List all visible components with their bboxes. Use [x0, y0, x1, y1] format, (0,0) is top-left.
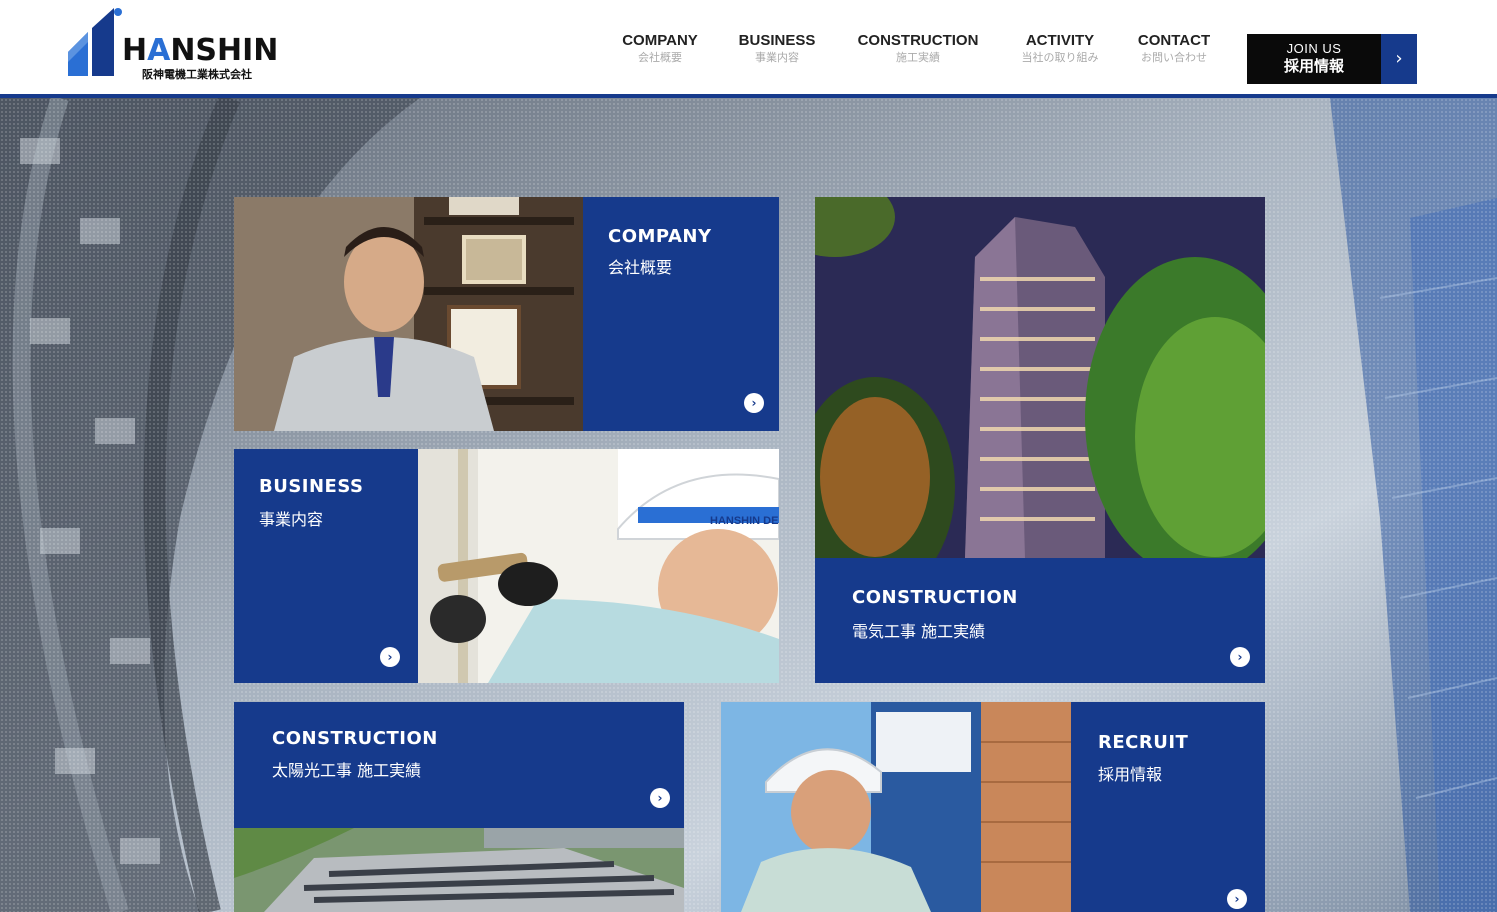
arrow-right-icon: ›	[1230, 647, 1250, 667]
card-title: COMPANY	[608, 226, 712, 247]
card-subtitle: 電気工事 施工実績	[852, 622, 986, 641]
arrow-right-icon: ›	[380, 647, 400, 667]
site-logo[interactable]: HANSHIN 阪神電機工業株式会社	[66, 8, 279, 81]
card-title: BUSINESS	[259, 476, 364, 497]
business-card[interactable]: BUSINESS 事業内容 ›	[234, 449, 418, 683]
nav-item-business[interactable]: BUSINESS 事業内容	[735, 32, 819, 66]
join-us-button[interactable]: JOIN US 採用情報 ›	[1247, 34, 1417, 84]
company-photo-image	[234, 197, 583, 431]
nav-sublabel: 会社概要	[638, 51, 682, 64]
chevron-right-icon: ›	[1381, 34, 1417, 84]
helmet-text: HANSHIN DE	[710, 515, 778, 527]
arrow-right-icon: ›	[1227, 889, 1247, 909]
card-subtitle: 会社概要	[608, 258, 673, 277]
arrow-right-icon: ›	[650, 788, 670, 808]
nav-label: BUSINESS	[738, 32, 816, 49]
nav-item-activity[interactable]: ACTIVITY 当社の取り組み	[1016, 32, 1104, 66]
card-subtitle: 太陽光工事 施工実績	[272, 761, 422, 780]
tower-night-photo[interactable]	[815, 197, 1265, 558]
logo-mark-icon	[68, 8, 122, 76]
tower-photo-image	[815, 197, 1265, 558]
business-worker-photo[interactable]: HANSHIN DE	[418, 449, 779, 683]
card-subtitle: 事業内容	[259, 510, 324, 529]
join-label-en: JOIN US	[1286, 41, 1342, 56]
nav-label: CONTACT	[1137, 32, 1211, 49]
company-card[interactable]: COMPANY 会社概要 ›	[583, 197, 779, 431]
logo-subtitle: 阪神電機工業株式会社	[142, 68, 252, 81]
nav-sublabel: 施工実績	[896, 51, 940, 64]
business-photo-image: HANSHIN DE	[418, 449, 779, 683]
construction-electrical-card[interactable]: CONSTRUCTION 電気工事 施工実績 ›	[815, 558, 1265, 683]
nav-sublabel: 事業内容	[755, 51, 799, 64]
card-title: CONSTRUCTION	[852, 587, 1018, 608]
nav-sublabel: 当社の取り組み	[1021, 51, 1099, 64]
nav-label: ACTIVITY	[1025, 32, 1095, 49]
card-title: CONSTRUCTION	[272, 728, 438, 749]
join-label-jp: 採用情報	[1283, 57, 1344, 75]
company-staff-photo[interactable]	[234, 197, 583, 431]
solar-photo-image	[234, 828, 684, 912]
nav-item-contact[interactable]: CONTACT お問い合わせ	[1135, 32, 1213, 66]
join-text: JOIN US 採用情報	[1247, 41, 1381, 76]
recruit-photo-image	[721, 702, 1071, 912]
site-header: HANSHIN 阪神電機工業株式会社 COMPANY 会社概要 BUSINESS…	[0, 0, 1497, 94]
recruit-worker-photo[interactable]	[721, 702, 1071, 912]
arrow-right-icon: ›	[744, 393, 764, 413]
nav-sublabel: お問い合わせ	[1141, 51, 1207, 64]
logo-wordmark: HANSHIN	[122, 33, 279, 68]
recruit-card[interactable]: RECRUIT 採用情報 ›	[1071, 702, 1265, 912]
solar-roof-photo[interactable]	[234, 828, 684, 912]
card-title: RECRUIT	[1098, 732, 1189, 753]
nav-label: COMPANY	[622, 32, 698, 49]
card-subtitle: 採用情報	[1098, 765, 1163, 784]
nav-item-construction[interactable]: CONSTRUCTION 施工実績	[853, 32, 983, 66]
nav-item-company[interactable]: COMPANY 会社概要	[620, 32, 700, 66]
construction-solar-card[interactable]: CONSTRUCTION 太陽光工事 施工実績 ›	[234, 702, 684, 828]
nav-label: CONSTRUCTION	[857, 32, 979, 49]
